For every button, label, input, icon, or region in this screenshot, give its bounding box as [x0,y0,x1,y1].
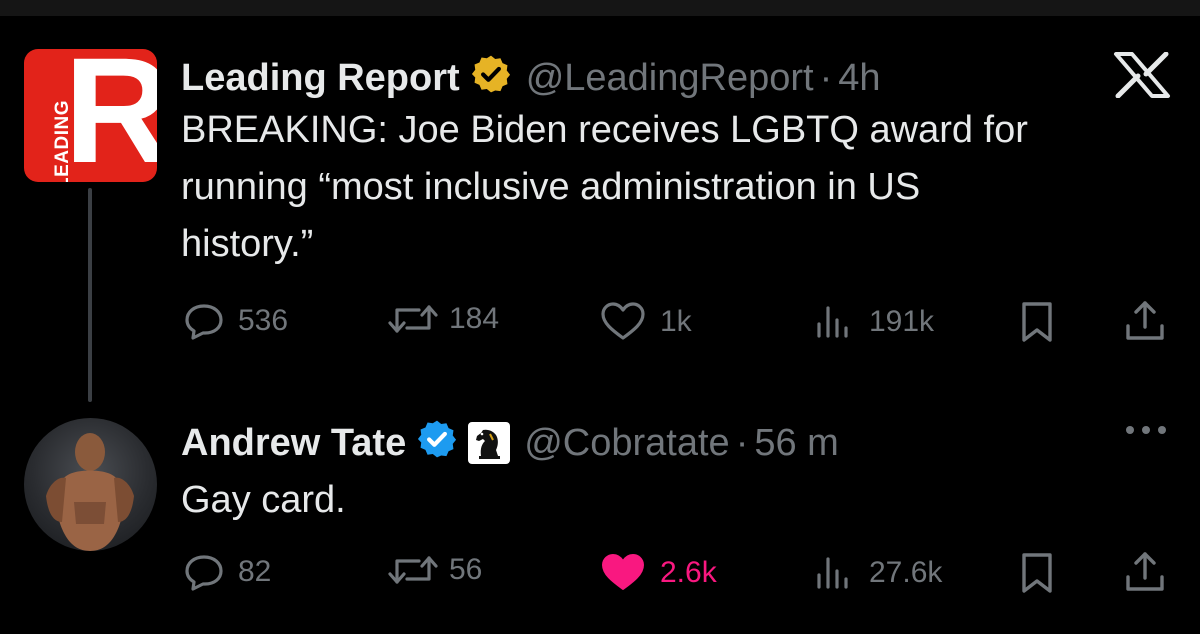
repost-icon [388,305,438,333]
repost-icon [388,556,438,584]
repost-button[interactable]: 56 [387,553,482,587]
more-options-icon[interactable] [1120,420,1172,440]
share-button[interactable] [1124,550,1166,594]
reply-button[interactable]: 82 [184,553,271,591]
separator-dot: · [735,421,749,464]
share-icon [1126,552,1164,591]
thread-connector-line [88,188,92,402]
like-count: 2.6k [660,556,717,589]
repost-count: 184 [449,302,500,335]
author-handle[interactable]: @LeadingReport [526,59,814,97]
avatar-letter: R [64,49,157,182]
tweet-text-line: running “most inclusive administration i… [181,166,921,208]
reply-count: 82 [238,555,272,588]
tweet-text-line: BREAKING: Joe Biden receives LGBTQ award… [181,109,1028,151]
tweet-body[interactable]: Gay card. [181,472,1171,529]
bookmark-button[interactable] [1020,301,1054,343]
chess-knight-icon[interactable] [468,421,511,464]
bookmark-icon [1022,302,1052,342]
tweet-body[interactable]: BREAKING: Joe Biden receives LGBTQ award… [181,102,1171,273]
avatar-photo [46,433,134,551]
blue-check-icon[interactable] [416,418,458,467]
views-button[interactable]: 27.6k [815,553,942,593]
top-strip [0,0,1200,16]
author-name[interactable]: Leading Report [181,59,460,97]
heart-icon [601,302,645,340]
repost-button[interactable]: 184 [387,302,499,336]
share-icon [1126,301,1164,340]
x-logo-icon [1112,51,1172,99]
tweet2-header: Andrew Tate @Cobratate · 56 m [181,418,839,467]
tweet-text-line: Gay card. [181,479,346,521]
like-button[interactable]: 1k [600,302,692,342]
views-icon [817,557,848,589]
tweet1-header: Leading Report @LeadingReport · 4h [181,53,881,102]
repost-count: 56 [449,553,483,586]
views-button[interactable]: 191k [815,302,934,342]
like-count: 1k [660,305,692,338]
reply-button[interactable]: 536 [184,302,288,340]
reply-icon [185,555,223,591]
bookmark-icon [1022,553,1052,593]
separator-dot: · [819,56,833,99]
tweet-time[interactable]: 4h [838,59,880,97]
like-button[interactable]: 2.6k [600,553,717,593]
share-button[interactable] [1124,299,1166,343]
avatar-word: LEADING [52,100,73,182]
views-count: 191k [869,305,935,338]
avatar-leading-report[interactable]: R LEADING [24,49,157,182]
bookmark-button[interactable] [1020,552,1054,594]
tweet-text-line: history.” [181,223,314,265]
views-icon [817,306,848,338]
heart-icon [602,554,644,590]
author-handle[interactable]: @Cobratate [524,424,729,462]
gold-check-icon[interactable] [470,53,512,102]
avatar-andrew-tate[interactable] [24,418,157,551]
author-name[interactable]: Andrew Tate [181,424,406,462]
reply-count: 536 [238,304,289,337]
tweet-time[interactable]: 56 m [754,424,838,462]
views-count: 27.6k [869,556,943,589]
reply-icon [185,304,223,340]
